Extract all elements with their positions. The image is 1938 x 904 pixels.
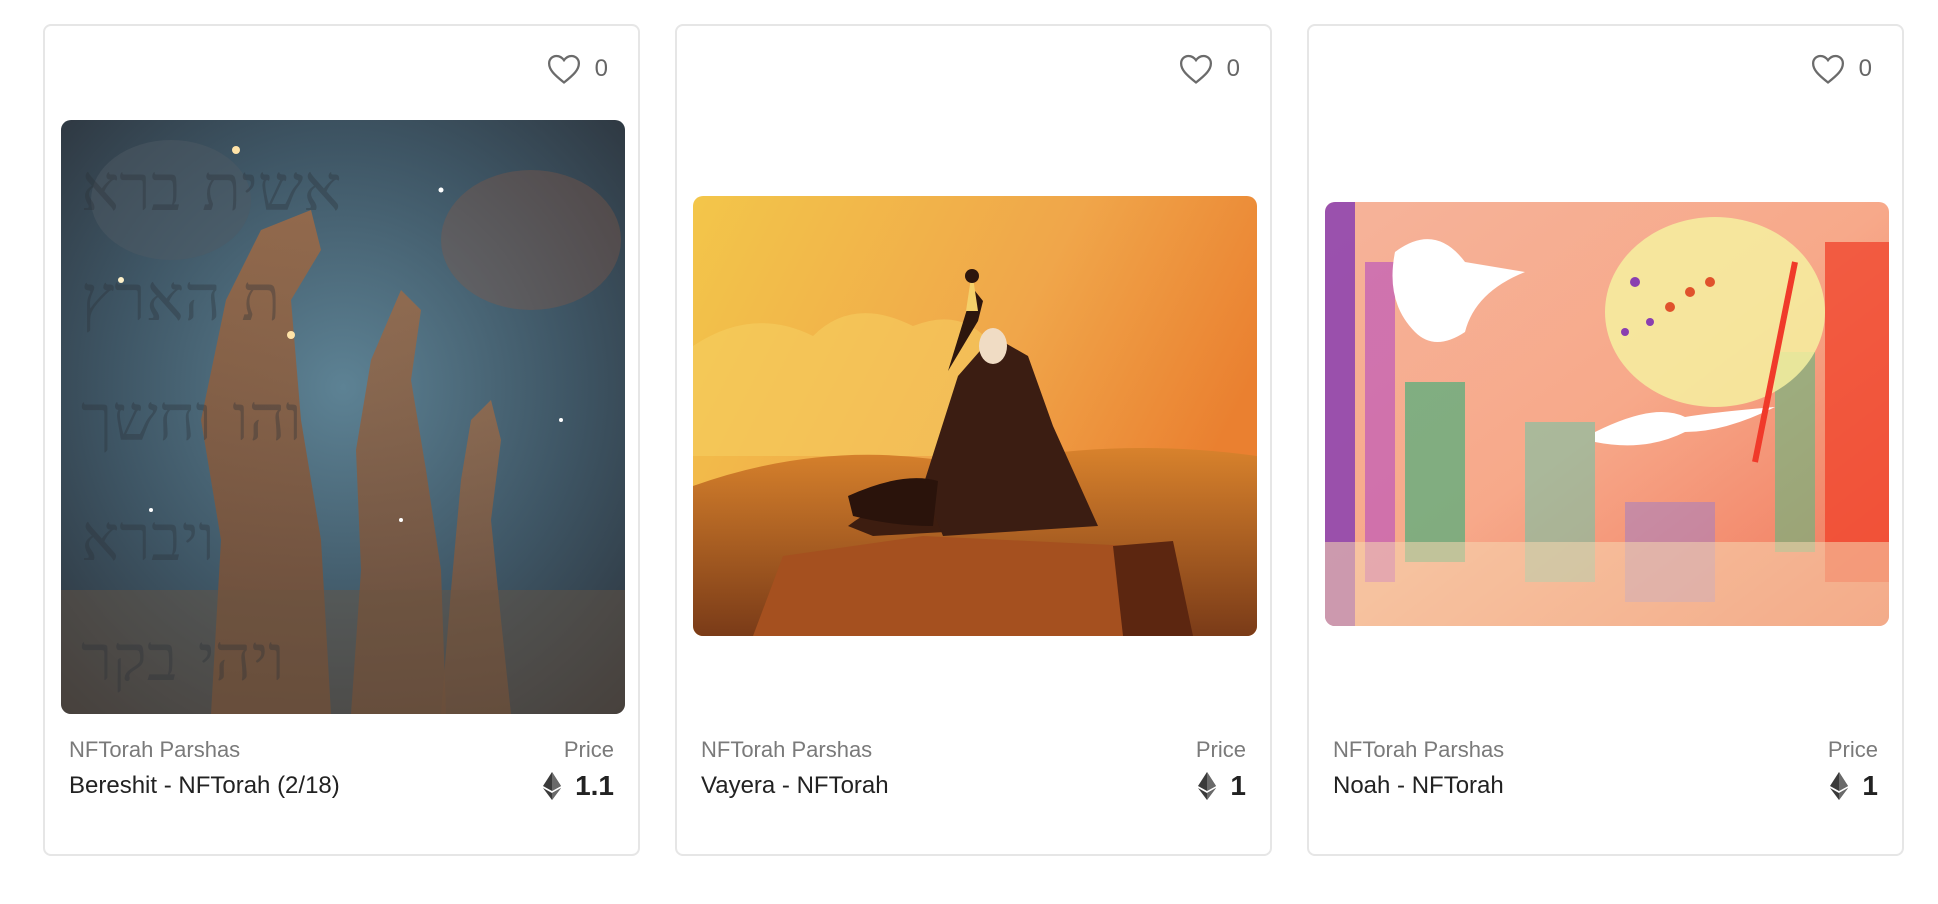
collection-name[interactable]: NFTorah Parshas [1333,736,1504,764]
favorite-button[interactable]: 0 [547,53,608,85]
svg-text:ויברא: ויברא [81,502,215,576]
card-meta: NFTorah Parshas Noah - NFTorah Price 1 [1333,736,1878,804]
like-count: 0 [1858,55,1872,82]
nft-card[interactable]: 0 [675,24,1272,856]
nft-card[interactable]: 0 [1307,24,1904,856]
nft-card-grid: 0 אשית ברא ת הארץ והו וחשך ויברא ויהי בק… [43,24,1904,856]
price-value: 1 [1862,770,1878,801]
favorite-button[interactable]: 0 [1179,53,1240,85]
price-value: 1.1 [575,770,614,801]
heart-icon [547,54,580,84]
svg-text:ויהי בקר: ויהי בקר [81,622,285,696]
svg-text:אשית ברא: אשית ברא [81,152,342,226]
heart-icon [1811,54,1844,84]
heart-icon [1179,54,1212,84]
nft-image-bereshit[interactable]: אשית ברא ת הארץ והו וחשך ויברא ויהי בקר [61,120,625,714]
ethereum-icon [1198,772,1217,800]
like-count: 0 [1226,55,1240,82]
like-count: 0 [594,55,608,82]
price-label: Price [1195,737,1246,762]
nft-image-noah[interactable] [1325,202,1889,626]
nft-title[interactable]: Vayera - NFTorah [701,768,889,804]
nft-title[interactable]: Bereshit - NFTorah (2/18) [69,768,340,804]
price-value: 1 [1230,770,1246,801]
svg-text:ת הארץ: ת הארץ [81,262,280,336]
nft-card[interactable]: 0 [43,24,640,856]
ethereum-icon [543,772,562,800]
nft-title[interactable]: Noah - NFTorah [1333,768,1504,804]
svg-text:והו וחשך: והו וחשך [81,382,302,456]
favorite-button[interactable]: 0 [1811,53,1872,85]
price-label: Price [563,737,614,762]
collection-name[interactable]: NFTorah Parshas [701,736,889,764]
card-meta: NFTorah Parshas Vayera - NFTorah Price 1 [701,736,1246,804]
ethereum-icon [1830,772,1849,800]
card-meta: NFTorah Parshas Bereshit - NFTorah (2/18… [69,736,614,804]
collection-name[interactable]: NFTorah Parshas [69,736,340,764]
nft-image-vayera[interactable] [693,196,1257,636]
price-label: Price [1827,737,1878,762]
